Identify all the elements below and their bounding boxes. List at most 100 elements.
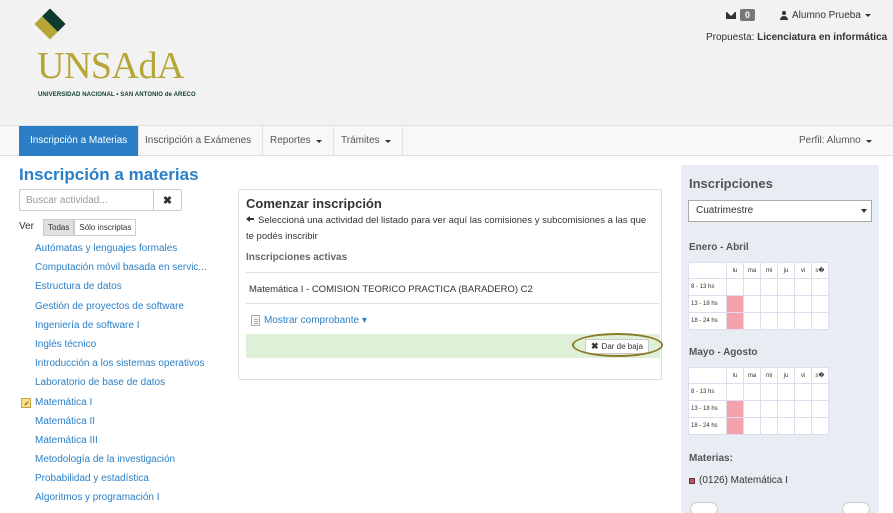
previous-button[interactable] <box>690 502 718 513</box>
materia-item: (0126) Matemática I <box>689 475 788 486</box>
activity-item[interactable]: Laboratorio de base de datos <box>19 373 219 392</box>
time-slot-label: 13 - 18 hs <box>688 295 727 313</box>
day-header: s� <box>811 367 829 384</box>
ver-label: Ver <box>19 221 35 232</box>
filter-enrolled-button[interactable]: Sólo inscriptas <box>74 219 137 236</box>
schedule-cell-busy <box>726 312 744 330</box>
activity-item[interactable]: Ingeniería de software I <box>19 316 219 335</box>
filter-toggle: Todas Sólo inscriptas <box>43 219 137 236</box>
filter-all-button[interactable]: Todas <box>43 219 75 236</box>
schedule-cell <box>726 383 744 401</box>
chevron-down-icon <box>864 14 871 17</box>
activity-item[interactable]: Probabilidad y estadística <box>19 469 219 488</box>
schedule-cell <box>743 383 761 401</box>
logo-diamond-icon <box>34 8 66 40</box>
schedule-cell <box>760 383 778 401</box>
schedule-cell <box>811 417 829 435</box>
time-slot-label: 8 - 13 hs <box>688 383 727 401</box>
logo-subtitle: UNIVERSIDAD NACIONAL • SAN ANTONIO de AR… <box>38 92 196 98</box>
schedule-row: 18 - 24 hs <box>688 417 829 435</box>
schedule-cell <box>777 383 795 401</box>
schedule-table: lu ma mi ju vi s� 8 - 13 hs 13 - 18 hs 1… <box>688 367 829 435</box>
main-navbar: Inscripción a Materias Inscripción a Exá… <box>0 125 893 156</box>
activity-item[interactable]: Algoritmos y programación I <box>19 488 219 507</box>
clear-search-button[interactable]: ✖ <box>153 189 182 211</box>
time-slot-label: 13 - 18 hs <box>688 400 727 418</box>
arrow-left-icon <box>246 215 254 223</box>
show-receipt-link[interactable]: Mostrar comprobante ▾ <box>251 315 367 326</box>
search-input[interactable] <box>19 189 154 211</box>
day-header: ma <box>743 367 761 384</box>
schedule-cell <box>743 417 761 435</box>
chevron-down-icon <box>865 139 872 143</box>
time-slot-label: 18 - 24 hs <box>688 312 727 330</box>
period-select[interactable]: Cuatrimestre <box>688 200 872 222</box>
schedule-cell <box>777 417 795 435</box>
user-menu[interactable]: Alumno Prueba <box>780 10 871 21</box>
day-header: vi <box>794 262 812 279</box>
day-header: ju <box>777 262 795 279</box>
activity-item[interactable]: Inglés técnico <box>19 335 219 354</box>
nav-label: Inscripción a Materias <box>30 135 128 146</box>
highlight-annotation <box>572 333 663 357</box>
activity-item[interactable]: Matemática III <box>19 431 219 450</box>
day-header: mi <box>760 262 778 279</box>
schedule-cell <box>777 295 795 313</box>
schedule-cell <box>760 295 778 313</box>
activity-item[interactable]: Estructura de datos <box>19 277 219 296</box>
schedule-row: 13 - 18 hs <box>688 295 829 313</box>
chevron-down-icon <box>384 139 391 143</box>
schedule-cell <box>743 278 761 296</box>
nav-label: Inscripción a Exámenes <box>145 135 252 146</box>
show-receipt-label: Mostrar comprobante ▾ <box>264 315 367 326</box>
time-slot-label: 8 - 13 hs <box>688 278 727 296</box>
activity-label: Matemática I <box>35 396 93 408</box>
schedule-cell <box>794 278 812 296</box>
schedule-cell-busy <box>726 295 744 313</box>
messages-button[interactable]: 0 <box>726 9 756 21</box>
color-swatch-icon <box>689 477 695 484</box>
activity-item[interactable]: Gestión de proyectos de software <box>19 297 219 316</box>
day-header: ju <box>777 367 795 384</box>
help-text: Seleccioná una actividad del listado par… <box>246 215 647 242</box>
schedule-row: 13 - 18 hs <box>688 400 829 418</box>
activity-item[interactable]: Matemática II <box>19 412 219 431</box>
perfil-menu[interactable]: Perfil: Alumno <box>799 126 872 156</box>
divider <box>246 303 659 304</box>
schedule-table: lu ma mi ju vi s� 8 - 13 hs 13 - 18 hs 1… <box>688 262 829 330</box>
schedule-cell <box>726 278 744 296</box>
schedule-row: 8 - 13 hs <box>688 383 829 401</box>
propuesta-value: Licenciatura en informática <box>757 32 888 43</box>
nav-label: Reportes <box>270 135 311 146</box>
activity-item[interactable]: Autómatas y lenguajes formales <box>19 239 219 258</box>
activity-item[interactable]: Introducción a los sistemas operativos <box>19 354 219 373</box>
schedule-cell <box>743 400 761 418</box>
user-name: Alumno Prueba <box>792 10 861 21</box>
activity-item[interactable]: Computación móvil basada en servic... <box>19 258 219 277</box>
schedule-cell <box>811 295 829 313</box>
next-button[interactable] <box>842 502 870 513</box>
activity-item-enrolled[interactable]: Matemática I <box>19 393 219 412</box>
schedule-cell <box>743 312 761 330</box>
nav-tramites[interactable]: Trámites <box>330 126 403 156</box>
close-icon: ✖ <box>162 194 173 207</box>
schedule-cell <box>794 295 812 313</box>
day-header: ma <box>743 262 761 279</box>
chevron-down-icon <box>861 209 867 213</box>
perfil-label: Perfil: Alumno <box>799 135 861 146</box>
active-inscription: Matemática I - COMISION TEORICO PRACTICA… <box>249 284 533 295</box>
nav-reportes[interactable]: Reportes <box>259 126 334 156</box>
schedule-cell <box>794 400 812 418</box>
schedule-cell <box>794 312 812 330</box>
time-slot-label: 18 - 24 hs <box>688 417 727 435</box>
schedule-cell <box>811 278 829 296</box>
nav-inscripcion-materias[interactable]: Inscripción a Materias <box>19 126 140 156</box>
nav-inscripcion-examenes[interactable]: Inscripción a Exámenes <box>134 126 264 156</box>
schedule-corner <box>688 367 727 384</box>
schedule-cell-busy <box>726 417 744 435</box>
schedule-cell-busy <box>726 400 744 418</box>
divider <box>246 272 659 273</box>
schedule-cell <box>743 295 761 313</box>
schedule-cell <box>760 400 778 418</box>
activity-item[interactable]: Metodología de la investigación <box>19 450 219 469</box>
